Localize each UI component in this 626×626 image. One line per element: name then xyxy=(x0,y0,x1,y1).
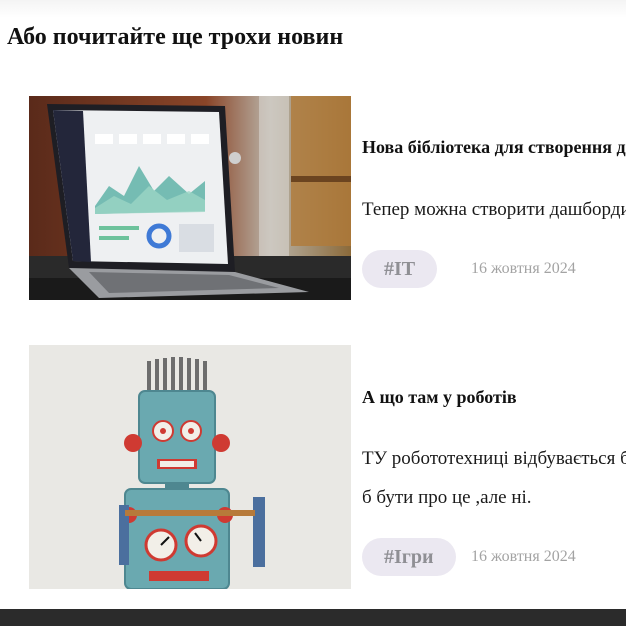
page-top-strip xyxy=(0,0,626,18)
tag-badge[interactable]: #IT xyxy=(362,250,438,288)
laptop-dashboard-image[interactable] xyxy=(29,96,351,300)
news-title[interactable]: Нова бібліотека для створення дашбордів xyxy=(362,135,626,159)
news-title[interactable]: А що там у роботів xyxy=(362,385,517,409)
news-card[interactable]: Нова бібліотека для створення дашбордів … xyxy=(0,96,626,300)
news-card[interactable]: А що там у роботів ТУ робототехниці відб… xyxy=(0,345,626,589)
section-title: Або почитайте ще трохи новин xyxy=(7,24,344,50)
news-excerpt: Тепер можна створити дашборди швидше xyxy=(362,199,626,220)
news-date: 16 жовтня 2024 xyxy=(471,260,576,277)
news-date: 16 жовтня 2024 xyxy=(471,548,576,565)
news-excerpt-line-1: ТУ робототехниці відбувається багато чог… xyxy=(362,448,626,469)
news-excerpt-line-2: б бути про це ,але ні. xyxy=(362,487,532,508)
footer-bar xyxy=(0,609,626,626)
tag-badge[interactable]: #Ігри xyxy=(362,538,456,576)
toy-robot-image[interactable] xyxy=(29,345,351,589)
